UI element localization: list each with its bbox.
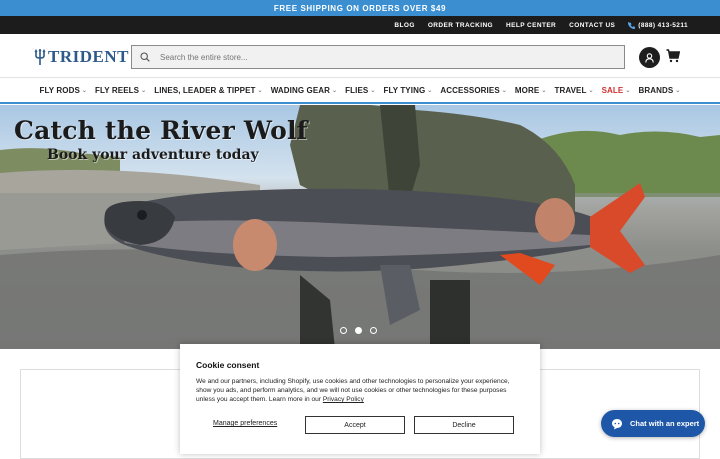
trident-logo-icon [34,48,46,65]
phone-icon [628,21,636,29]
search-bar[interactable] [131,45,625,69]
cart-icon [666,49,681,63]
chat-bubble-icon [612,418,622,429]
cart-button[interactable] [666,49,681,68]
decline-button[interactable]: Decline [414,416,514,434]
phone-number: (888) 413-5211 [638,21,688,29]
chevron-down-icon: ⌄ [257,87,263,94]
account-icon [645,52,654,63]
cookie-body: We and our partners, including Shopify, … [196,377,526,404]
chevron-down-icon: ⌄ [81,87,88,94]
site-header: TRIDENT [0,34,720,78]
privacy-policy-link[interactable]: Privacy Policy [323,396,364,403]
utility-link-help-center[interactable]: HELP CENTER [506,22,556,29]
hero-banner[interactable]: Catch the River Wolf Book your adventure… [0,105,720,349]
nav-item-fly-reels[interactable]: FLY REELS ⌄ [91,86,150,95]
nav-item-brands[interactable]: BRANDS ⌄ [635,86,685,95]
manage-preferences-link[interactable]: Manage preferences [213,420,277,427]
nav-item-fly-tying[interactable]: FLY TYING ⌄ [379,86,436,95]
promo-text: FREE SHIPPING ON ORDERS OVER $49 [273,3,447,13]
nav-label: LINES, LEADER & TIPPET [154,85,256,95]
nav-label: WADING GEAR [270,85,331,95]
nav-item-more[interactable]: MORE ⌄ [511,86,551,95]
nav-label: FLY RODS [39,85,80,95]
chevron-down-icon: ⌄ [501,87,507,94]
search-icon[interactable] [140,52,150,62]
hero-title: Catch the River Wolf [14,116,308,145]
nav-label: TRAVEL [554,85,587,95]
accept-button[interactable]: Accept [305,416,405,434]
utility-link-contact-us[interactable]: CONTACT US [569,22,615,29]
utility-nav: BLOG ORDER TRACKING HELP CENTER CONTACT … [0,16,720,34]
nav-label: FLY REELS [95,85,140,95]
site-logo[interactable]: TRIDENT [34,47,129,67]
account-button[interactable] [639,47,660,68]
nav-item-fly-rods[interactable]: FLY RODS ⌄ [36,86,92,95]
chevron-down-icon: ⌄ [541,87,547,94]
nav-label: FLY TYING [383,85,426,95]
nav-item-accessories[interactable]: ACCESSORIES ⌄ [436,86,510,95]
chevron-down-icon: ⌄ [332,87,338,94]
cookie-title: Cookie consent [196,360,260,370]
nav-label: SALE [601,85,624,95]
chevron-down-icon: ⌄ [427,87,433,94]
chevron-down-icon: ⌄ [588,87,594,94]
nav-label: ACCESSORIES [440,85,500,95]
nav-item-lines-leader-tippet[interactable]: LINES, LEADER & TIPPET ⌄ [150,86,266,95]
search-input[interactable] [160,52,600,62]
chevron-down-icon: ⌄ [141,87,147,94]
chevron-down-icon: ⌄ [675,87,681,94]
chevron-down-icon: ⌄ [370,87,376,94]
phone-link[interactable]: (888) 413-5211 [628,21,688,29]
main-nav: FLY RODS ⌄ FLY REELS ⌄ LINES, LEADER & TIP… [0,78,720,104]
nav-label: BRANDS [638,85,674,95]
logo-text: TRIDENT [48,47,129,66]
nav-item-wading-gear[interactable]: WADING GEAR ⌄ [267,86,341,95]
slide-dot-active[interactable] [355,327,362,334]
chevron-down-icon: ⌄ [625,87,631,94]
nav-label: MORE [514,85,540,95]
hero-subtitle: Book your adventure today [47,147,259,163]
nav-item-travel[interactable]: TRAVEL ⌄ [550,86,597,95]
nav-item-sale[interactable]: SALE ⌄ [598,86,635,95]
slide-indicators [340,327,377,334]
nav-label: FLIES [345,85,369,95]
cookie-actions: Manage preferences Accept Decline [196,416,514,434]
chat-label: Chat with an expert [630,419,700,428]
utility-link-blog[interactable]: BLOG [394,22,414,29]
utility-link-order-tracking[interactable]: ORDER TRACKING [428,22,493,29]
promo-bar: FREE SHIPPING ON ORDERS OVER $49 [0,0,720,16]
chat-widget-button[interactable]: Chat with an expert [601,410,705,437]
nav-item-flies[interactable]: FLIES ⌄ [341,86,379,95]
slide-dot[interactable] [370,327,377,334]
slide-dot[interactable] [340,327,347,334]
cookie-consent-dialog: Cookie consent We and our partners, incl… [180,344,540,454]
